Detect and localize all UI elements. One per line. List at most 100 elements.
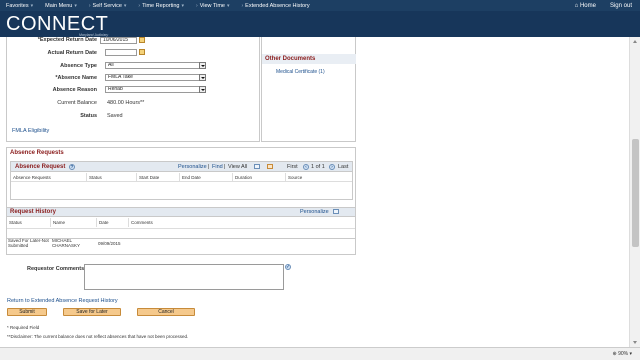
nav-time-reporting[interactable]: › Time Reporting ▾ — [132, 3, 190, 9]
history-status: Saved For Later-Not Submitted — [8, 238, 49, 248]
grid-header-row: Absence Requests Status Start Date End D… — [11, 173, 352, 182]
spellcheck-icon[interactable]: ✓ — [285, 264, 291, 270]
last-link[interactable]: Last — [338, 164, 348, 170]
first-link[interactable]: First — [287, 164, 298, 170]
chevron-down-icon: ▾ — [629, 351, 632, 357]
disclaimer-note: **Disclaimer: The current balance does n… — [7, 334, 189, 339]
expected-return-field[interactable]: 10/06/2015 — [100, 37, 137, 44]
chevron-right-icon: › — [138, 2, 141, 9]
absence-name-label: *Absence Name — [55, 75, 97, 81]
zoom-control[interactable]: ⊕ 90% ▾ — [612, 351, 632, 357]
nav-self-service-label: Self Service — [92, 2, 122, 9]
nav-view-time[interactable]: › View Time ▾ — [190, 3, 235, 9]
return-link[interactable]: Return to Extended Absence Request Histo… — [7, 298, 118, 304]
nav-main-menu-label: Main Menu — [45, 2, 73, 9]
absence-reason-label: Absence Reason — [52, 87, 97, 93]
history-date: 09/09/2015 — [98, 241, 121, 246]
nav-time-reporting-label: Time Reporting — [142, 2, 180, 9]
home-link[interactable]: ⌂ Home — [575, 3, 596, 9]
status-label: Status — [80, 113, 97, 119]
request-history-title: Request History — [10, 209, 57, 215]
pagination-range: 1 of 1 — [311, 164, 325, 170]
nav-self-service[interactable]: › Self Service ▾ — [83, 3, 133, 9]
required-field-note: * Required Field — [7, 325, 40, 330]
separator: | — [224, 164, 226, 170]
column-header: Status — [7, 218, 51, 227]
grid-title-bar: Absence Request ? Personalize | Find | V… — [11, 162, 352, 172]
scroll-down-icon[interactable] — [633, 341, 637, 344]
chevron-down-icon[interactable] — [199, 74, 206, 81]
nav-favorites-label: Favorites — [6, 2, 29, 9]
chevron-right-icon: › — [196, 2, 198, 9]
grid-title: Absence Request — [15, 164, 66, 170]
actual-return-label: Actual Return Date — [47, 50, 97, 56]
nav-main-menu[interactable]: Main Menu ▾ — [39, 3, 83, 9]
zoom-value: 90% — [618, 351, 629, 357]
save-for-later-button[interactable]: Save for Later — [63, 308, 121, 316]
nav-current-page-label: Extended Absence History — [245, 2, 310, 9]
find-link[interactable]: Find — [212, 164, 223, 170]
signout-link[interactable]: Sign out — [610, 3, 632, 9]
submit-button[interactable]: Submit — [7, 308, 47, 316]
personalize-link[interactable]: Personalize — [178, 164, 207, 170]
calendar-icon[interactable] — [139, 49, 145, 55]
nav-favorites[interactable]: Favorites ▾ — [0, 3, 39, 9]
request-history-header: Request History Personalize — [7, 208, 355, 217]
chevron-down-icon: ▾ — [74, 2, 77, 9]
column-header: Duration — [233, 173, 286, 182]
column-header: Date — [97, 218, 129, 227]
calendar-icon[interactable] — [139, 37, 145, 43]
personalize-link[interactable]: Personalize — [300, 209, 329, 215]
vertical-scrollbar[interactable] — [629, 37, 640, 347]
column-header: Status — [87, 173, 137, 182]
other-documents-panel: Other Documents Medical Certificate (1) — [261, 37, 356, 142]
chevron-down-icon[interactable] — [199, 86, 206, 93]
absence-details-panel: *Expected Return Date 10/06/2015 Actual … — [6, 37, 260, 142]
home-label: Home — [579, 2, 596, 9]
chevron-down-icon: ▾ — [30, 2, 34, 9]
absence-name-select[interactable]: FMLA Take — [105, 74, 200, 81]
download-excel-icon[interactable] — [267, 164, 273, 169]
main-content: *Expected Return Date 10/06/2015 Actual … — [0, 37, 628, 347]
current-balance-value: 480.00 Hours** — [107, 100, 145, 106]
column-header: Absence Requests — [11, 173, 87, 182]
previous-icon[interactable]: ‹ — [303, 164, 309, 170]
chevron-down-icon: ▾ — [181, 2, 185, 9]
brand-bar: CONNECT Maryland Judiciary — [0, 11, 640, 37]
nav-view-time-label: View Time — [199, 2, 225, 9]
chevron-right-icon: › — [88, 2, 91, 9]
medical-certificate-link[interactable]: Medical Certificate (1) — [276, 69, 325, 75]
next-icon[interactable]: › — [329, 164, 335, 170]
home-icon: ⌂ — [574, 2, 579, 9]
scrollbar-thumb[interactable] — [632, 139, 639, 247]
scroll-up-icon[interactable] — [633, 40, 637, 43]
request-history-section: Request History Personalize Status Name … — [6, 207, 356, 255]
zoom-grid-icon[interactable] — [333, 209, 339, 214]
absence-reason-select[interactable]: Rehab — [105, 86, 200, 93]
absence-type-select[interactable]: All — [105, 62, 200, 69]
column-header: Source — [288, 175, 303, 180]
separator: | — [208, 164, 210, 170]
zoom-grid-icon[interactable] — [254, 164, 260, 169]
help-icon[interactable]: ? — [69, 164, 75, 170]
cancel-button[interactable]: Cancel — [137, 308, 195, 316]
fmla-eligibility-link[interactable]: FMLA Eligibility — [12, 128, 49, 134]
column-header: Name — [51, 218, 97, 227]
column-header: Comments — [131, 220, 153, 225]
chevron-down-icon[interactable] — [199, 62, 206, 69]
top-navigation-bar: Favorites ▾ Main Menu ▾ › Self Service ▾ › Ti… — [0, 0, 640, 11]
absence-requests-title: Absence Requests — [10, 150, 64, 156]
actual-return-field[interactable] — [105, 49, 137, 56]
history-name: MICHAEL CHARNASKY — [52, 238, 81, 248]
chevron-right-icon: › — [241, 2, 244, 9]
expected-return-label: *Expected Return Date — [37, 37, 97, 43]
absence-request-grid: Absence Request ? Personalize | Find | V… — [10, 161, 353, 200]
view-all-link[interactable]: View All — [228, 164, 247, 170]
column-header: End Date — [180, 173, 233, 182]
current-balance-label: Current Balance — [57, 100, 97, 106]
column-header: Start Date — [137, 173, 180, 182]
browser-status-bar: ⊕ 90% ▾ — [0, 347, 640, 360]
nav-current-page: › Extended Absence History — [235, 3, 315, 9]
chevron-down-icon: ▾ — [123, 2, 127, 9]
requestor-comments-textarea[interactable] — [84, 264, 284, 290]
